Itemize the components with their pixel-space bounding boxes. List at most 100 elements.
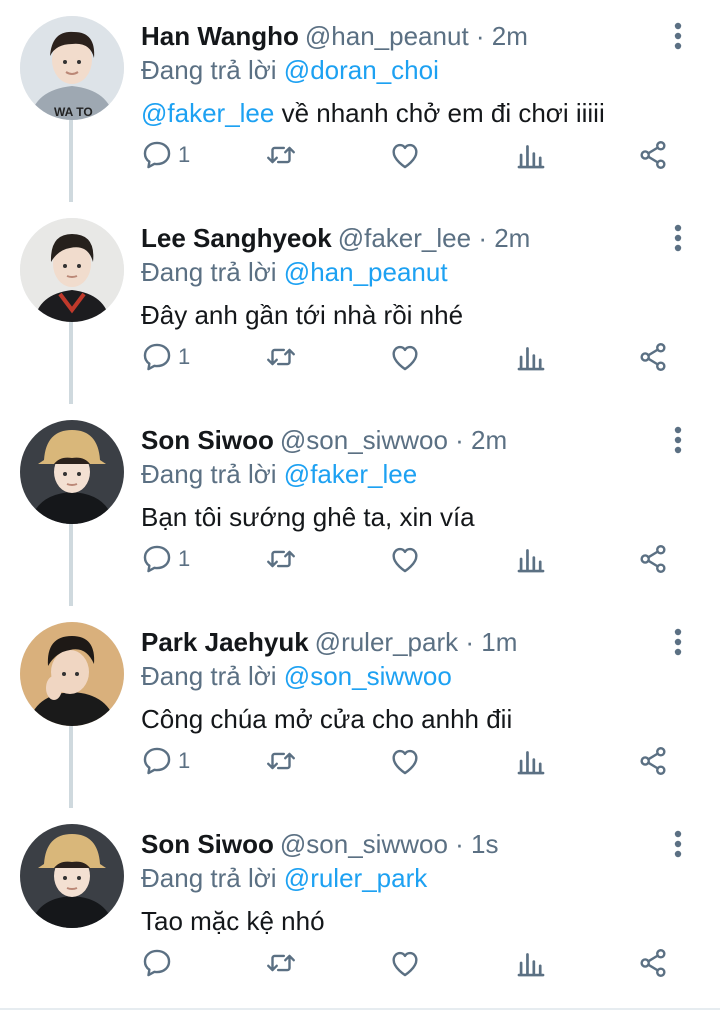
tweet[interactable]: Lee Sanghyeok @faker_lee · 2m Đang trả lờ… [0, 202, 720, 404]
author-handle[interactable]: @han_peanut [305, 21, 469, 51]
share-button[interactable] [636, 337, 670, 377]
like-button[interactable] [388, 539, 422, 579]
text-content: Tao mặc kệ nhó [141, 906, 325, 936]
bar-chart-icon [517, 549, 545, 573]
analytics-button[interactable] [514, 135, 548, 175]
analytics-button[interactable] [514, 741, 548, 781]
thread-connector [69, 522, 73, 606]
replying-to-label: Đang trả lời [141, 863, 277, 893]
reply-count: 1 [178, 748, 191, 773]
reply-count: 1 [178, 344, 191, 369]
action-bar: 1 [140, 337, 700, 377]
replying-to-label: Đang trả lời [141, 257, 277, 287]
avatar[interactable] [20, 420, 124, 524]
author-name[interactable]: Park Jaehyuk [141, 627, 309, 657]
reply-icon [143, 343, 171, 371]
more-options-icon[interactable] [664, 626, 692, 658]
tweet-text: Tao mặc kệ nhó [141, 905, 325, 937]
heart-icon [392, 345, 418, 371]
retweet-button[interactable] [264, 135, 298, 175]
replying-to: Đang trả lời @han_peanut [141, 256, 448, 288]
more-options-icon[interactable] [664, 20, 692, 52]
author-handle[interactable]: @son_siwwoo [280, 829, 448, 859]
author-handle[interactable]: @faker_lee [338, 223, 471, 253]
share-icon [640, 949, 666, 977]
tweet-text: Đây anh gần tới nhà rồi nhé [141, 299, 463, 331]
more-options-icon[interactable] [664, 424, 692, 456]
author-name[interactable]: Son Siwoo [141, 425, 274, 455]
like-button[interactable] [388, 337, 422, 377]
timestamp[interactable]: 1s [471, 829, 498, 859]
text-mention[interactable]: @faker_lee [141, 98, 274, 128]
heart-icon [392, 547, 418, 573]
tweet-text: Bạn tôi sướng ghê ta, xin vía [141, 501, 475, 533]
share-button[interactable] [636, 943, 670, 983]
reply-icon [143, 747, 171, 775]
avatar[interactable] [20, 824, 124, 928]
text-content: Công chúa mở cửa cho anhh đii [141, 704, 513, 734]
reply-icon [143, 141, 171, 169]
avatar[interactable]: WA TO [20, 16, 124, 120]
retweet-icon [267, 752, 295, 770]
reply-button[interactable] [140, 943, 178, 983]
timestamp[interactable]: 2m [494, 223, 530, 253]
share-button[interactable] [636, 741, 670, 781]
tweet-text: Công chúa mở cửa cho anhh đii [141, 703, 512, 735]
retweet-icon [267, 954, 295, 972]
retweet-button[interactable] [264, 943, 298, 983]
share-icon [640, 545, 666, 573]
more-options-icon[interactable] [664, 828, 692, 860]
share-icon [640, 747, 666, 775]
author-name[interactable]: Son Siwoo [141, 829, 274, 859]
reply-button[interactable]: 1 [140, 741, 190, 781]
share-icon [640, 343, 666, 371]
timestamp[interactable]: 1m [481, 627, 517, 657]
author-handle[interactable]: @son_siwwoo [280, 425, 448, 455]
action-bar: 1 [140, 539, 700, 579]
text-content: Đây anh gần tới nhà rồi nhé [141, 300, 464, 330]
tweet[interactable]: WA TO Han Wangho @han_peanut · 2m Đang tr… [0, 0, 720, 202]
share-button[interactable] [636, 135, 670, 175]
timestamp[interactable]: 2m [492, 21, 528, 51]
analytics-button[interactable] [514, 943, 548, 983]
reply-button[interactable]: 1 [140, 539, 190, 579]
replying-to-mention[interactable]: @ruler_park [284, 863, 427, 893]
replying-to: Đang trả lời @faker_lee [141, 458, 417, 490]
author-name[interactable]: Lee Sanghyeok [141, 223, 332, 253]
bar-chart-icon [517, 145, 545, 169]
replying-to-mention[interactable]: @doran_choi [284, 55, 439, 85]
share-button[interactable] [636, 539, 670, 579]
action-bar: 1 [140, 741, 700, 781]
replying-to-mention[interactable]: @son_siwwoo [284, 661, 452, 691]
reply-button[interactable]: 1 [140, 337, 190, 377]
tweet[interactable]: Park Jaehyuk @ruler_park · 1m Đang trả lờ… [0, 606, 720, 808]
retweet-button[interactable] [264, 539, 298, 579]
timestamp[interactable]: 2m [471, 425, 507, 455]
tweet-header: Han Wangho @han_peanut · 2m [141, 21, 528, 51]
replying-to-mention[interactable]: @faker_lee [284, 459, 417, 489]
like-button[interactable] [388, 135, 422, 175]
bar-chart-icon [517, 751, 545, 775]
more-options-icon[interactable] [664, 222, 692, 254]
heart-icon [392, 749, 418, 775]
avatar[interactable] [20, 622, 124, 726]
analytics-button[interactable] [514, 337, 548, 377]
author-name[interactable]: Han Wangho [141, 21, 299, 51]
tweet[interactable]: Son Siwoo @son_siwwoo · 1s Đang trả lời @… [0, 808, 720, 1010]
author-handle[interactable]: @ruler_park [315, 627, 458, 657]
retweet-icon [267, 146, 295, 164]
like-button[interactable] [388, 741, 422, 781]
action-bar [140, 943, 700, 983]
bar-chart-icon [517, 953, 545, 977]
thread-connector [69, 724, 73, 808]
reply-button[interactable]: 1 [140, 135, 190, 175]
retweet-button[interactable] [264, 741, 298, 781]
like-button[interactable] [388, 943, 422, 983]
retweet-button[interactable] [264, 337, 298, 377]
replying-to-label: Đang trả lời [141, 459, 277, 489]
replying-to-mention[interactable]: @han_peanut [284, 257, 448, 287]
avatar[interactable] [20, 218, 124, 322]
tweet-header: Lee Sanghyeok @faker_lee · 2m [141, 223, 531, 253]
analytics-button[interactable] [514, 539, 548, 579]
tweet[interactable]: Son Siwoo @son_siwwoo · 2m Đang trả lời @… [0, 404, 720, 606]
